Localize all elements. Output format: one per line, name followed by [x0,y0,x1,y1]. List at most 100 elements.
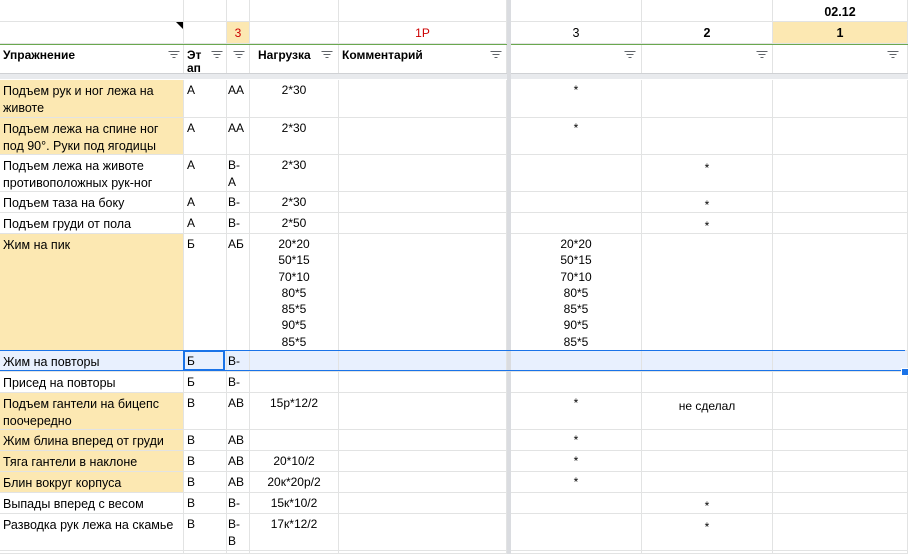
cell-d3[interactable]: * [511,472,642,493]
cell-load[interactable]: 15р*12/2 [250,393,339,430]
cell-comment[interactable] [339,213,507,234]
cell-d2[interactable] [642,430,773,451]
cell-d2[interactable]: * [642,155,773,192]
cell-d1[interactable] [773,118,908,155]
cell-d1[interactable] [773,514,908,551]
cell-stage[interactable]: А [184,80,227,118]
cell-level[interactable]: В-А [227,192,250,213]
cell-d1[interactable] [773,472,908,493]
cell-d1[interactable] [773,451,908,472]
cell-load[interactable]: 2*30 [250,118,339,155]
cell-d2[interactable]: не сделал [642,393,773,430]
cell-level[interactable]: АА [227,80,250,118]
filter-icon[interactable] [210,50,223,59]
cell-comment[interactable] [339,472,507,493]
active-cell[interactable] [183,350,225,371]
column-label-1r[interactable]: 1Р [339,22,507,44]
cell-blank[interactable] [339,0,507,22]
cell-d2[interactable] [642,472,773,493]
cell-d3[interactable]: * [511,430,642,451]
cell-level[interactable]: В-А [227,155,250,192]
fill-handle[interactable] [901,368,908,376]
cell-d3[interactable] [511,514,642,551]
cell-exercise[interactable]: Выпады вперед с весом [0,493,184,514]
cell-d3[interactable]: * [511,80,642,118]
cell-stage[interactable]: А [184,118,227,155]
cell-comment[interactable] [339,192,507,213]
cell-d3[interactable] [511,213,642,234]
cell-load[interactable]: 2*30 [250,192,339,213]
header-level[interactable] [227,44,250,74]
cell-blank[interactable] [250,0,339,22]
cell-stage[interactable]: А [184,155,227,192]
filter-icon[interactable] [755,50,768,59]
cell-exercise[interactable]: Подъем лежа на животе противоположных ру… [0,155,184,192]
cell-comment[interactable] [339,493,507,514]
cell-level[interactable]: АА [227,118,250,155]
cell-d1[interactable] [773,430,908,451]
cell-blank[interactable] [250,22,339,44]
cell-d1[interactable] [773,493,908,514]
cell-d3[interactable] [511,192,642,213]
cell-load[interactable]: 2*30 [250,80,339,118]
filter-icon[interactable] [489,50,502,59]
cell-d3[interactable]: * [511,451,642,472]
filter-icon[interactable] [232,50,245,59]
cell-d1[interactable] [773,213,908,234]
cell-stage[interactable]: В [184,493,227,514]
cell-d2[interactable] [642,451,773,472]
cell-stage[interactable]: А [184,192,227,213]
cell-d1[interactable] [773,372,908,393]
cell-d3[interactable]: 20*20 50*15 70*10 80*5 85*5 90*5 85*5 [511,234,642,351]
cell-level[interactable]: АВ [227,472,250,493]
header-day-1[interactable] [773,44,908,74]
cell-stage[interactable]: В [184,451,227,472]
cell-exercise[interactable]: Разводка рук лежа на скамье [0,514,184,551]
cell-d2[interactable] [642,234,773,351]
cell-comment[interactable] [339,372,507,393]
cell-comment[interactable] [339,430,507,451]
cell-d1[interactable] [773,393,908,430]
cell-load[interactable]: 17к*12/2 [250,514,339,551]
cell-level[interactable]: В-В [227,493,250,514]
cell-exercise[interactable]: Подъем груди от пола [0,213,184,234]
cell-exercise[interactable]: Подъем гантели на бицепс поочередно [0,393,184,430]
cell-exercise[interactable]: Подъем лежа на спине ног под 90°. Руки п… [0,118,184,155]
cell-stage[interactable]: В [184,393,227,430]
cell-comment[interactable] [339,393,507,430]
cell-level[interactable]: АБ [227,234,250,351]
cell-load[interactable]: 20*10/2 [250,451,339,472]
cell-level[interactable]: АВ [227,430,250,451]
cell-level[interactable]: АВ [227,393,250,430]
cell-d2[interactable] [642,118,773,155]
day-number-2[interactable]: 2 [642,22,773,44]
cell-stage[interactable]: А [184,213,227,234]
header-load[interactable]: Нагрузка [250,44,339,74]
cell-d2[interactable]: * [642,514,773,551]
spreadsheet-grid[interactable]: 02.12 3 1Р 3 2 1 Упражнение Эт ап Нагруз… [0,0,908,554]
day-number-3[interactable]: 3 [511,22,642,44]
cell-blank[interactable] [184,22,227,44]
cell-stage[interactable]: В [184,514,227,551]
cell-level[interactable]: В-Б [227,372,250,393]
cell-comment[interactable] [339,80,507,118]
header-comment[interactable]: Комментарий [339,44,507,74]
cell-blank[interactable] [184,0,227,22]
cell-d1[interactable] [773,234,908,351]
cell-comment[interactable] [339,451,507,472]
cell-blank[interactable] [511,0,642,22]
day-number-1[interactable]: 1 [773,22,908,44]
cell-blank[interactable] [0,0,184,22]
cell-stage[interactable]: Б [184,372,227,393]
cell-exercise[interactable]: Жим блина вперед от груди [0,430,184,451]
cell-load[interactable] [250,372,339,393]
cell-exercise[interactable]: Жим на пик [0,234,184,351]
header-day-3[interactable] [511,44,642,74]
cell-stage[interactable]: В [184,430,227,451]
frozen-rows-divider[interactable] [0,73,908,79]
filter-icon[interactable] [320,50,333,59]
cell-load[interactable]: 20*20 50*15 70*10 80*5 85*5 90*5 85*5 [250,234,339,351]
filter-icon[interactable] [886,50,899,59]
cell-stage[interactable]: Б [184,234,227,351]
cell-blank[interactable] [227,0,250,22]
